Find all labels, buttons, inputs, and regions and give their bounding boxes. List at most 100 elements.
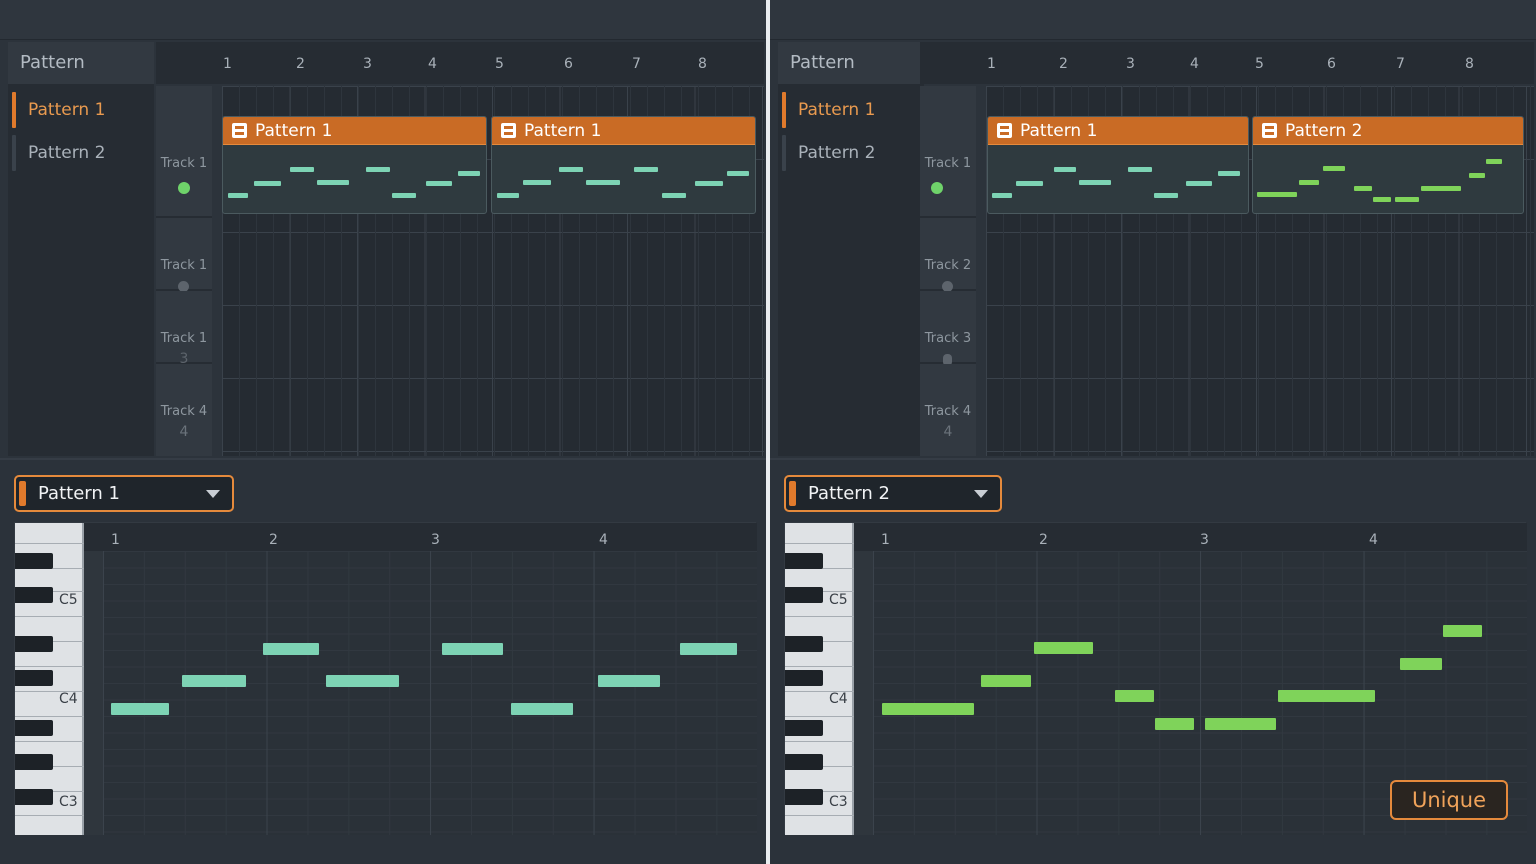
left-panel: Pattern Pattern 1 Pattern 2 1 2 3 4 5 6 …	[0, 0, 766, 864]
midi-note[interactable]	[981, 675, 1031, 687]
black-key[interactable]	[785, 754, 823, 770]
midi-note[interactable]	[511, 703, 573, 715]
piano-keyboard[interactable]: C5 C4 C3	[15, 523, 84, 835]
white-key[interactable]	[785, 666, 854, 667]
black-key[interactable]	[785, 789, 823, 805]
clip-header[interactable]: Pattern 1	[223, 117, 486, 145]
white-key[interactable]	[15, 716, 84, 717]
midi-note[interactable]	[1443, 625, 1482, 637]
track-header[interactable]: Track 1	[920, 86, 976, 218]
pattern-item-2[interactable]: Pattern 2	[778, 135, 924, 171]
clip-note	[1323, 166, 1345, 171]
clip-note	[1354, 186, 1372, 191]
white-key[interactable]	[15, 741, 84, 742]
pattern-icon	[501, 123, 516, 138]
key-label-c5: C5	[829, 592, 848, 608]
track-header[interactable]: Track 1 3	[156, 291, 212, 367]
pattern-clip[interactable]: Pattern 1	[222, 116, 487, 214]
midi-note[interactable]	[182, 675, 246, 687]
pattern-item-2[interactable]: Pattern 2	[8, 135, 154, 171]
white-key[interactable]	[15, 666, 84, 667]
midi-note[interactable]	[111, 703, 169, 715]
black-key[interactable]	[785, 587, 823, 603]
midi-note[interactable]	[1034, 642, 1093, 654]
black-key[interactable]	[15, 670, 53, 686]
midi-note[interactable]	[882, 703, 974, 715]
track-header[interactable]: Track 3	[920, 291, 976, 366]
black-key[interactable]	[785, 636, 823, 652]
ruler-bar-number: 3	[363, 56, 372, 72]
midi-note[interactable]	[1278, 690, 1375, 702]
black-key[interactable]	[785, 553, 823, 569]
pattern-clip[interactable]: Pattern 1	[491, 116, 756, 214]
black-key[interactable]	[15, 789, 53, 805]
ruler-bar-number: 1	[223, 56, 232, 72]
midi-note[interactable]	[442, 643, 503, 655]
midi-note[interactable]	[680, 643, 737, 655]
track-header[interactable]: Track 1	[156, 86, 212, 218]
track-active-indicator[interactable]	[178, 182, 190, 194]
midi-note[interactable]	[1155, 718, 1194, 730]
piano-roll-ruler[interactable]: 1 2 3 4	[84, 523, 757, 551]
white-key[interactable]	[15, 543, 84, 544]
white-key[interactable]	[15, 815, 84, 816]
black-key[interactable]	[15, 553, 53, 569]
unique-button[interactable]: Unique	[1390, 780, 1508, 820]
midi-note[interactable]	[326, 675, 399, 687]
midi-note[interactable]	[1205, 718, 1276, 730]
pattern-item-1[interactable]: Pattern 1	[8, 92, 154, 128]
ruler-bar-number: 8	[1465, 56, 1474, 72]
pattern-icon	[997, 123, 1012, 138]
black-key[interactable]	[785, 670, 823, 686]
pattern-clip[interactable]: Pattern 2	[1252, 116, 1524, 214]
clip-note	[1054, 167, 1076, 172]
black-key[interactable]	[15, 720, 53, 736]
white-key[interactable]	[785, 741, 854, 742]
clip-note	[662, 193, 686, 198]
track-active-indicator[interactable]	[931, 182, 943, 194]
clip-header[interactable]: Pattern 1	[492, 117, 755, 145]
roll-bar-number: 3	[1200, 532, 1209, 548]
clip-title: Pattern 1	[1020, 121, 1098, 141]
timeline-ruler[interactable]: 1 2 3 4 5 6 7 8	[156, 42, 764, 84]
clip-header[interactable]: Pattern 2	[1253, 117, 1523, 145]
pattern-item-marker	[12, 135, 16, 171]
pattern-dropdown-value: Pattern 2	[808, 483, 890, 504]
pattern-dropdown[interactable]: Pattern 2	[784, 475, 1002, 512]
key-label-c3: C3	[59, 794, 78, 810]
piano-roll-grid[interactable]	[103, 551, 757, 835]
black-key[interactable]	[15, 754, 53, 770]
midi-note[interactable]	[1115, 690, 1154, 702]
track-header[interactable]: Track 4 4	[156, 364, 212, 456]
sidebar-title: Pattern	[778, 42, 924, 84]
white-key[interactable]	[785, 815, 854, 816]
track-header[interactable]: Track 2	[920, 218, 976, 292]
white-key[interactable]	[15, 616, 84, 617]
white-key[interactable]	[785, 543, 854, 544]
piano-roll-ruler[interactable]: 1 2 3 4	[854, 523, 1527, 551]
clip-note	[727, 171, 749, 176]
track-header[interactable]: Track 4 4	[920, 364, 976, 456]
piano-keyboard[interactable]: C5 C4 C3	[785, 523, 854, 835]
pattern-clip[interactable]: Pattern 1	[987, 116, 1249, 214]
midi-note[interactable]	[263, 643, 319, 655]
clip-note	[1486, 159, 1502, 164]
clip-note	[559, 167, 583, 172]
black-key[interactable]	[15, 587, 53, 603]
midi-note[interactable]	[598, 675, 660, 687]
clip-note	[458, 171, 480, 176]
ruler-bar-number: 7	[1396, 56, 1405, 72]
pattern-dropdown[interactable]: Pattern 1	[14, 475, 234, 512]
black-key[interactable]	[15, 636, 53, 652]
clip-note	[1128, 167, 1152, 172]
white-key[interactable]	[785, 616, 854, 617]
track-label: Track 2	[924, 258, 972, 273]
timeline-ruler[interactable]: 1 2 3 4 5 6 7 8	[920, 42, 1534, 84]
track-headers: Track 1 Track 2 Track 3 Track 4 4	[920, 86, 976, 456]
black-key[interactable]	[785, 720, 823, 736]
white-key[interactable]	[785, 716, 854, 717]
clip-header[interactable]: Pattern 1	[988, 117, 1248, 145]
pattern-item-1[interactable]: Pattern 1	[778, 92, 924, 128]
midi-note[interactable]	[1400, 658, 1442, 670]
track-header[interactable]: Track 1	[156, 218, 212, 292]
